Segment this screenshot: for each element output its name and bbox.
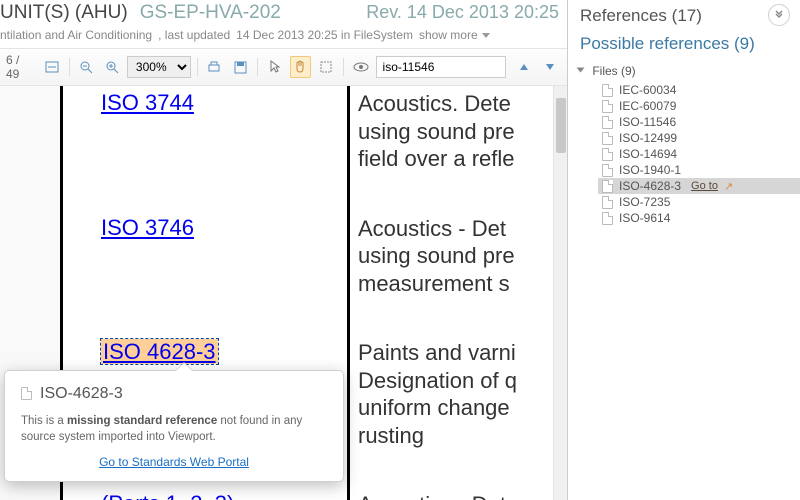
fit-width-button[interactable] (41, 56, 63, 78)
reference-popover: ISO-4628-3 This is a missing standard re… (4, 370, 344, 482)
goto-link[interactable]: Go to (691, 180, 718, 192)
popover-title: ISO-4628-3 (40, 385, 123, 403)
standard-description: Paints and varniDesignation of quniform … (350, 325, 567, 477)
file-icon (602, 148, 613, 161)
vertical-scrollbar[interactable] (553, 86, 567, 500)
standard-description: Acoustics - Detusing sound premeasuremen… (350, 201, 567, 326)
zoom-in-button[interactable] (101, 56, 123, 78)
file-icon (602, 212, 613, 225)
print-button[interactable] (204, 56, 226, 78)
scroll-thumb[interactable] (556, 98, 566, 153)
select-tool-button[interactable] (264, 56, 286, 78)
file-tree-label: IEC-60079 (619, 99, 676, 113)
file-tree-label: ISO-1940-1 (619, 163, 681, 177)
hand-tool-button[interactable] (290, 56, 312, 78)
popover-portal-link[interactable]: Go to Standards Web Portal (21, 455, 327, 469)
doc-code: GS-EP-HVA-202 (140, 2, 281, 24)
chevron-down-icon (482, 33, 490, 38)
file-tree-label: IEC-60034 (619, 83, 676, 97)
last-updated-sep: , last updated (158, 28, 230, 42)
file-tree-label: ISO-7235 (619, 195, 670, 209)
show-more-toggle[interactable]: show more (419, 28, 490, 42)
prev-result-button[interactable] (514, 56, 536, 78)
file-tree-item[interactable]: ISO-12499 (598, 130, 800, 146)
doc-revision: Rev. 14 Dec 2013 20:25 (366, 2, 559, 23)
marquee-tool-button[interactable] (315, 56, 337, 78)
file-icon (602, 196, 613, 209)
references-header[interactable]: References (17) (568, 0, 800, 30)
search-input[interactable] (376, 56, 506, 78)
next-result-button[interactable] (539, 56, 561, 78)
possible-references-header[interactable]: Possible references (9) (568, 30, 800, 62)
last-updated: 14 Dec 2013 20:25 in FileSystem (236, 28, 413, 42)
file-tree-label: ISO-12499 (619, 131, 677, 145)
file-icon (602, 84, 613, 97)
save-button[interactable] (229, 56, 251, 78)
file-tree-label: ISO-4628-3 (619, 179, 681, 193)
file-icon (602, 116, 613, 129)
file-tree-item[interactable]: ISO-7235 (598, 194, 800, 210)
caret-down-icon (577, 68, 585, 73)
pdf-toolbar: 6 / 49 300% (0, 48, 567, 86)
standard-link[interactable]: ISO 3744 (101, 90, 194, 115)
page-total: 49 (6, 67, 19, 81)
zoom-out-button[interactable] (76, 56, 98, 78)
external-link-icon: ↗ (724, 180, 733, 193)
file-tree-label: ISO-11546 (619, 115, 676, 129)
file-icon (602, 132, 613, 145)
file-tree-label: ISO-14694 (619, 147, 677, 161)
category-tail: ntilation and Air Conditioning (0, 28, 152, 42)
standard-description: Acoustics - Deteusing sound inte (350, 477, 567, 500)
file-tree-item[interactable]: ISO-1940-1 (598, 162, 800, 178)
standard-link[interactable]: ISO 4628-3 (101, 339, 218, 364)
standard-link[interactable]: ISO 3746 (101, 215, 194, 240)
file-tree-item[interactable]: IEC-60079 (598, 98, 800, 114)
file-tree-item[interactable]: ISO-4628-3 Go to ↗ (598, 178, 800, 194)
file-tree-item[interactable]: ISO-9614 (598, 210, 800, 226)
zoom-select[interactable]: 300% (127, 56, 191, 78)
standard-description: Acoustics. Deteusing sound prefield over… (350, 86, 567, 201)
file-tree-item[interactable]: IEC-60034 (598, 82, 800, 98)
file-tree-item[interactable]: ISO-11546 (598, 114, 800, 130)
file-icon (602, 180, 613, 193)
file-icon (602, 100, 613, 113)
doc-title-fragment: UNIT(S) (AHU) (0, 2, 128, 24)
file-icon (21, 387, 32, 400)
file-icon (602, 164, 613, 177)
file-tree-label: ISO-9614 (619, 211, 670, 225)
standard-link-suffix: (Parts 1, 2, 3) (101, 491, 234, 500)
file-tree-item[interactable]: ISO-14694 (598, 146, 800, 162)
visibility-button[interactable] (350, 56, 372, 78)
collapse-panel-button[interactable] (768, 4, 790, 26)
popover-body: This is a missing standard reference not… (21, 413, 327, 445)
page-current: 6 (6, 53, 13, 67)
files-group-toggle[interactable]: Files (9) (578, 62, 800, 80)
